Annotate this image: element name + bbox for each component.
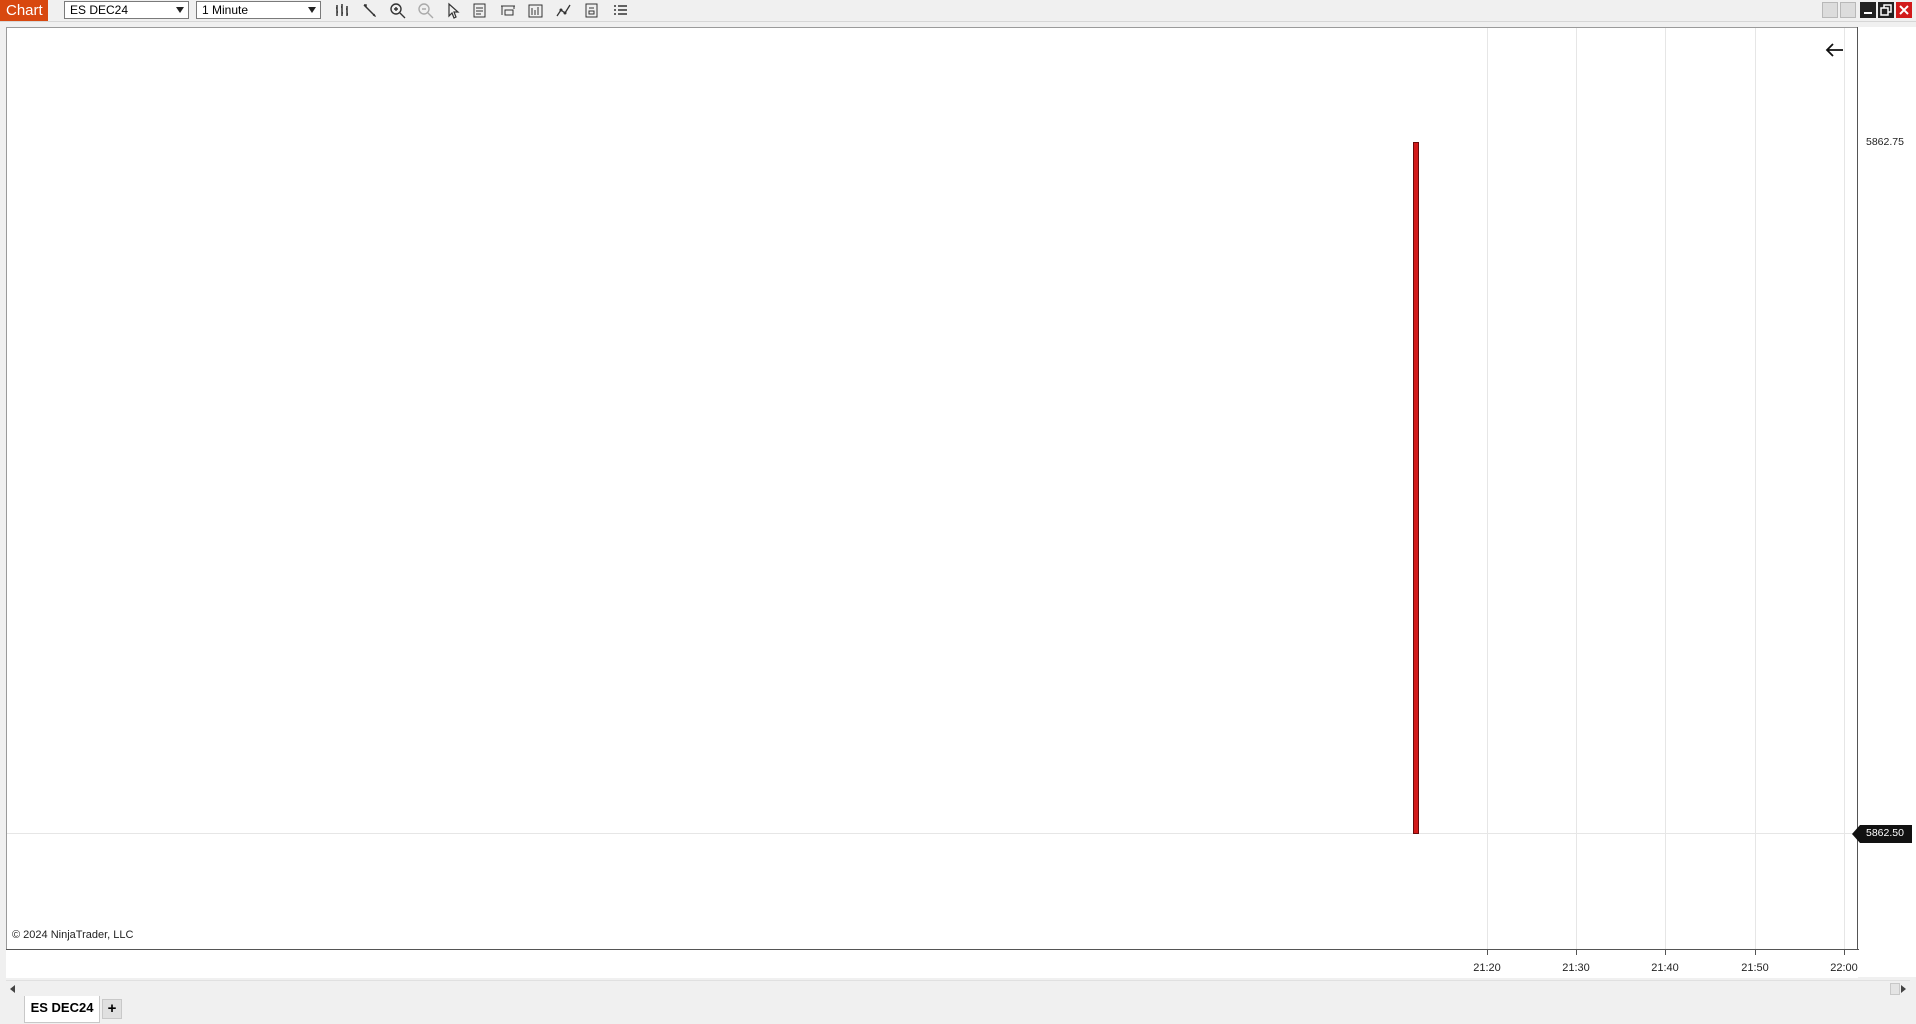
time-label: 21:30 [1562, 962, 1590, 974]
add-tab-button[interactable]: + [102, 999, 122, 1019]
instrument-select[interactable]: ES DEC24 [64, 1, 189, 19]
time-tick [1665, 950, 1666, 955]
price-label: 5862.75 [1866, 136, 1904, 148]
price-axis-separator [1857, 27, 1858, 950]
zoom-out-icon[interactable] [417, 2, 435, 19]
zoom-in-icon[interactable] [389, 2, 407, 19]
strategies-icon[interactable] [583, 2, 601, 19]
time-axis-separator [6, 949, 1859, 950]
bar-chart-icon[interactable] [333, 2, 351, 19]
horizontal-scrollbar[interactable] [6, 980, 1910, 998]
layout-button-2[interactable] [1840, 2, 1856, 18]
interval-value: 1 Minute [202, 3, 249, 17]
instrument-value: ES DEC24 [70, 3, 129, 17]
templates-icon[interactable] [499, 2, 517, 19]
grid-line [1487, 28, 1488, 949]
chevron-down-icon [308, 7, 316, 13]
scroll-thumb[interactable] [1890, 983, 1900, 995]
grid-line [1665, 28, 1666, 949]
grid-line [7, 833, 1857, 834]
time-tick [1576, 950, 1577, 955]
current-price-label: 5862.50 [1866, 827, 1904, 839]
pencil-icon[interactable] [361, 2, 379, 19]
scroll-left-icon[interactable] [10, 985, 15, 993]
data-box-icon[interactable] [527, 2, 545, 19]
grid-line [1576, 28, 1577, 949]
chart-panel[interactable] [6, 27, 1858, 950]
restore-button[interactable] [1878, 2, 1894, 18]
price-bar[interactable] [1413, 142, 1419, 834]
time-label: 21:50 [1741, 962, 1769, 974]
grid-line [1844, 28, 1845, 949]
copyright-text: © 2024 NinjaTrader, LLC [12, 929, 134, 941]
app-title: Chart [0, 0, 48, 21]
indicators-icon[interactable] [555, 2, 573, 19]
close-button[interactable] [1896, 2, 1912, 18]
toolbar: Chart ES DEC24 1 Minute [0, 0, 1916, 22]
scroll-right-icon[interactable] [1901, 985, 1906, 993]
tab-es-dec24[interactable]: ES DEC24 [24, 996, 100, 1023]
pointer-icon[interactable] [444, 2, 462, 19]
time-label: 21:20 [1473, 962, 1501, 974]
time-tick [1755, 950, 1756, 955]
properties-icon[interactable] [471, 2, 489, 19]
grid-line [1755, 28, 1756, 949]
time-label: 22:00 [1830, 962, 1858, 974]
time-tick [1844, 950, 1845, 955]
list-icon[interactable] [611, 2, 629, 19]
interval-select[interactable]: 1 Minute [196, 1, 321, 19]
layout-button[interactable] [1822, 2, 1838, 18]
time-label: 21:40 [1651, 962, 1679, 974]
chevron-down-icon [176, 7, 184, 13]
current-price-tag: 5862.50 [1852, 825, 1912, 843]
back-arrow-icon[interactable] [1824, 41, 1846, 59]
minimize-button[interactable] [1860, 2, 1876, 18]
time-tick [1487, 950, 1488, 955]
